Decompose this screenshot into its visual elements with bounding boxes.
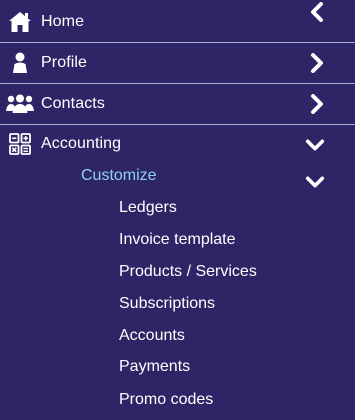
grid-calculator-icon xyxy=(8,132,32,156)
sidebar-subitem-ledgers[interactable]: Ledgers xyxy=(119,196,177,220)
user-icon xyxy=(8,51,32,75)
sidebar-subitem-subscriptions[interactable]: Subscriptions xyxy=(119,292,215,316)
sidebar-menu: Home Profile Contacts Accounting Customi… xyxy=(0,0,355,420)
chevron-right-icon xyxy=(307,94,327,114)
sidebar-item-label: Contacts xyxy=(41,95,105,112)
sidebar-item-label: Accounting xyxy=(41,135,122,152)
users-icon xyxy=(6,92,34,116)
chevron-down-icon xyxy=(305,135,325,155)
divider xyxy=(0,42,355,43)
divider xyxy=(0,83,355,84)
sidebar-item-profile[interactable]: Profile xyxy=(0,44,355,82)
sidebar-subitem-promo-codes[interactable]: Promo codes xyxy=(119,388,213,412)
subgroup-label: Customize xyxy=(81,167,157,184)
sidebar-item-label: Home xyxy=(41,13,85,30)
sidebar-subitem-accounts[interactable]: Accounts xyxy=(119,324,185,348)
sidebar-item-home[interactable]: Home xyxy=(0,3,355,41)
chevron-right-icon xyxy=(307,53,327,73)
sidebar-subitem-payments[interactable]: Payments xyxy=(119,355,190,379)
home-icon xyxy=(8,10,32,34)
sidebar-subitem-products-services[interactable]: Products / Services xyxy=(119,260,257,284)
sidebar-subitem-invoice-template[interactable]: Invoice template xyxy=(119,228,236,252)
sidebar-item-contacts[interactable]: Contacts xyxy=(0,85,355,123)
chevron-down-icon xyxy=(305,172,325,192)
sidebar-subgroup-customize[interactable]: Customize xyxy=(0,158,355,194)
sidebar-item-label: Profile xyxy=(41,54,88,71)
